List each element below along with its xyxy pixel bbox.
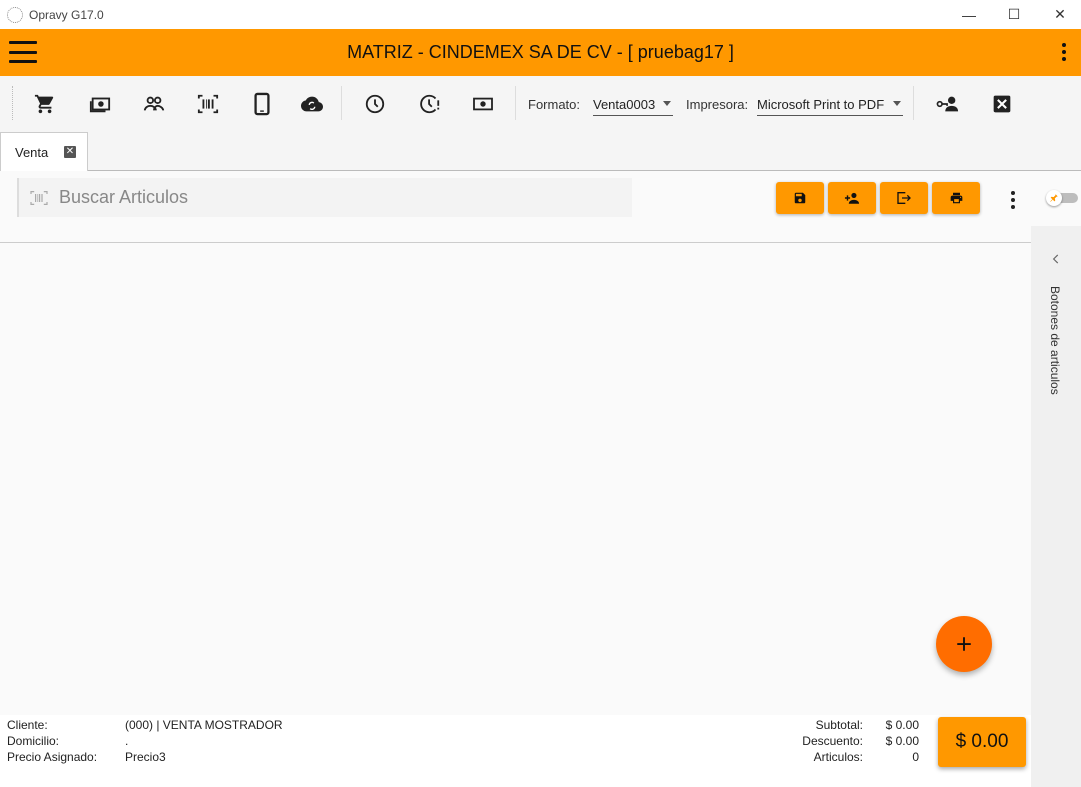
articulos-value: 0	[912, 750, 919, 764]
pin-toggle[interactable]	[1046, 190, 1078, 206]
more-options-icon[interactable]	[1061, 43, 1067, 61]
add-client-button[interactable]	[828, 182, 876, 214]
formato-select[interactable]: Venta0003	[593, 90, 673, 116]
clock-icon[interactable]	[363, 92, 387, 116]
barcode-icon[interactable]	[196, 92, 220, 116]
total-pay-button[interactable]: $ 0.00	[938, 717, 1026, 767]
search-input[interactable]	[59, 187, 559, 208]
chevron-down-icon	[893, 101, 901, 106]
people-icon[interactable]	[142, 92, 166, 116]
cliente-label: Cliente:	[7, 718, 48, 732]
print-button[interactable]	[932, 182, 980, 214]
save-button[interactable]	[776, 182, 824, 214]
impresora-label: Impresora:	[686, 97, 749, 112]
cliente-value: (000) | VENTA MOSTRADOR	[125, 718, 283, 732]
print-icon	[950, 192, 962, 204]
window-title: Opravy G17.0	[29, 7, 104, 22]
side-panel-label: Botones de articulos	[1048, 286, 1062, 395]
window-titlebar: Opravy G17.0 — ☐ ✕	[0, 0, 1081, 29]
plus-icon	[957, 637, 971, 651]
tab-venta[interactable]: Venta ✕	[0, 132, 88, 171]
domicilio-label: Domicilio:	[7, 734, 60, 748]
items-grid-area	[0, 226, 1031, 715]
app-logo-icon	[7, 6, 23, 23]
barcode-scan-icon	[30, 190, 48, 205]
user-key-icon[interactable]	[935, 92, 961, 116]
chevron-down-icon	[663, 101, 671, 106]
descuento-value: $ 0.00	[885, 734, 919, 748]
formato-value: Venta0003	[593, 97, 656, 112]
exit-button[interactable]	[880, 182, 928, 214]
chevron-left-icon[interactable]	[1049, 252, 1063, 266]
subtotal-label: Subtotal:	[815, 718, 863, 732]
formato-label: Formato:	[528, 97, 581, 112]
pin-icon	[1046, 190, 1062, 206]
maximize-button[interactable]: ☐	[991, 0, 1037, 29]
page-title: MATRIZ - CINDEMEX SA DE CV - [ pruebag17…	[347, 42, 734, 62]
close-tab-icon[interactable]: ✕	[64, 146, 76, 158]
tablet-icon[interactable]	[250, 92, 274, 116]
close-window-button[interactable]: ✕	[1037, 0, 1081, 29]
descuento-label: Descuento:	[802, 734, 863, 748]
money-icon[interactable]	[471, 92, 495, 116]
add-item-fab[interactable]	[936, 616, 992, 672]
item-buttons-side-panel[interactable]: Botones de articulos	[1031, 226, 1081, 787]
search-row	[0, 171, 1081, 226]
impresora-select[interactable]: Microsoft Print to PDF	[757, 90, 903, 116]
save-icon	[794, 192, 806, 204]
cloud-sync-icon[interactable]	[300, 92, 324, 116]
more-actions-icon[interactable]	[1010, 191, 1016, 209]
add-user-icon	[844, 192, 860, 204]
clock-alert-icon[interactable]	[418, 92, 442, 116]
domicilio-value: .	[125, 734, 129, 748]
precio-value: Precio3	[125, 750, 166, 764]
close-box-icon[interactable]	[990, 92, 1014, 116]
grid-header-divider	[0, 242, 1031, 243]
tab-bar: Venta ✕	[0, 132, 1081, 171]
cash-icon[interactable]	[88, 92, 112, 116]
impresora-value: Microsoft Print to PDF	[757, 97, 885, 112]
subtotal-value: $ 0.00	[885, 718, 919, 732]
tab-label: Venta	[15, 144, 49, 160]
precio-label: Precio Asignado:	[7, 750, 98, 764]
articulos-label: Articulos:	[813, 750, 863, 764]
main-toolbar: Formato: Venta0003 Impresora: Microsoft …	[0, 76, 1081, 132]
exit-icon	[897, 192, 911, 204]
sale-summary-footer: Cliente: (000) | VENTA MOSTRADOR Domicil…	[0, 715, 1031, 787]
search-box	[17, 178, 632, 217]
app-header: MATRIZ - CINDEMEX SA DE CV - [ pruebag17…	[0, 29, 1081, 76]
minimize-button[interactable]: —	[946, 0, 992, 29]
cart-icon[interactable]	[33, 92, 57, 116]
